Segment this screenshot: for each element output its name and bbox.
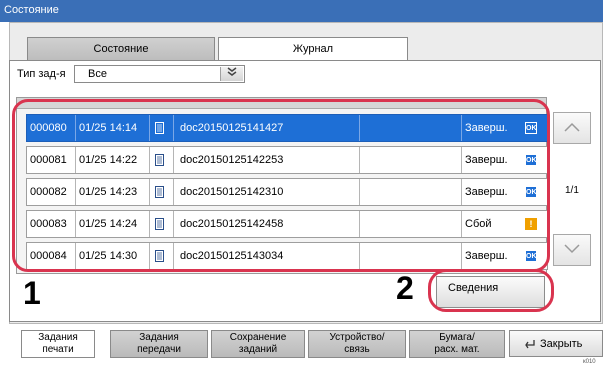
job-id: 000080 <box>30 122 67 134</box>
tab-log-label: Журнал <box>292 43 334 55</box>
job-status: Заверш. <box>465 154 508 166</box>
job-name: doc20150125142253 <box>180 154 284 166</box>
column-divider <box>359 147 360 173</box>
column-divider <box>173 115 174 141</box>
window-title: Состояние <box>4 4 59 16</box>
details-button[interactable]: Сведения <box>436 276 545 308</box>
warning-icon: ! <box>525 218 537 230</box>
job-type-value: Все <box>88 68 107 80</box>
column-divider <box>173 211 174 237</box>
column-divider <box>173 243 174 269</box>
column-divider <box>75 179 76 205</box>
close-button-label: Закрыть <box>540 338 583 350</box>
details-button-label: Сведения <box>448 282 499 294</box>
column-divider <box>173 179 174 205</box>
column-divider <box>149 179 150 205</box>
column-divider <box>75 243 76 269</box>
column-divider <box>149 243 150 269</box>
tab-log[interactable]: Журнал <box>218 37 408 61</box>
tab-send-jobs-line1: Задания <box>139 332 179 343</box>
tab-status-label: Состояние <box>93 43 149 55</box>
scroll-up-button[interactable] <box>553 112 591 144</box>
column-divider <box>359 211 360 237</box>
job-time: 01/25 14:23 <box>79 186 138 198</box>
column-divider <box>461 179 462 205</box>
job-id: 000081 <box>30 154 67 166</box>
column-divider <box>75 147 76 173</box>
chevron-up-icon <box>564 119 580 136</box>
job-row[interactable]: 000080 01/25 14:14 doc20150125141427 Заверш… <box>26 114 548 142</box>
column-divider <box>149 115 150 141</box>
job-time: 01/25 14:24 <box>79 218 138 230</box>
column-divider <box>173 147 174 173</box>
ok-icon: OK <box>525 154 537 166</box>
job-time: 01/25 14:14 <box>79 122 138 134</box>
job-row[interactable]: 000083 01/25 14:24 doc20150125142458 Сбой! <box>26 210 548 238</box>
job-time: 01/25 14:22 <box>79 154 138 166</box>
job-name: doc20150125142458 <box>180 218 284 230</box>
job-id: 000083 <box>30 218 67 230</box>
column-divider <box>461 115 462 141</box>
column-divider <box>149 147 150 173</box>
tab-store-jobs[interactable]: Сохранение заданий <box>211 330 305 358</box>
column-divider <box>461 211 462 237</box>
page-indicator: 1/1 <box>565 185 579 196</box>
job-row[interactable]: 000082 01/25 14:23 doc20150125142310 Заверш… <box>26 178 548 206</box>
tab-device-communication[interactable]: Устройство/ связь <box>308 330 406 358</box>
column-divider <box>359 115 360 141</box>
job-status: Заверш. <box>465 122 508 134</box>
job-list-header <box>17 98 546 109</box>
job-name: doc20150125142310 <box>180 186 284 198</box>
document-icon <box>155 186 164 198</box>
figure-code: к010 <box>583 359 596 365</box>
job-status: Заверш. <box>465 250 508 262</box>
chevron-down-icon <box>564 241 580 258</box>
document-icon <box>155 154 164 166</box>
scroll-down-button[interactable] <box>553 234 591 266</box>
job-type-label: Тип зад-я <box>17 68 66 80</box>
job-status: Заверш. <box>465 186 508 198</box>
column-divider <box>75 211 76 237</box>
callout-number-2: 2 <box>396 270 414 306</box>
tab-print-jobs-line1: Задания <box>38 332 78 343</box>
return-arrow-icon <box>524 338 536 352</box>
tab-print-jobs[interactable]: Задания печати <box>21 330 95 358</box>
ok-icon: OK <box>525 250 537 262</box>
job-row[interactable]: 000084 01/25 14:30 doc20150125143034 Заверш… <box>26 242 548 270</box>
tab-paper-supplies[interactable]: Бумага/ расх. мат. <box>409 330 505 358</box>
job-name: doc20150125141427 <box>180 122 284 134</box>
tab-device-communication-line1: Устройство/ <box>329 332 385 343</box>
column-divider <box>75 115 76 141</box>
tab-status[interactable]: Состояние <box>27 37 215 60</box>
job-name: doc20150125143034 <box>180 250 284 262</box>
job-type-select[interactable]: Все <box>74 65 245 83</box>
double-chevron-down-icon[interactable] <box>220 67 243 81</box>
ok-icon: OK <box>525 122 537 134</box>
tab-send-jobs[interactable]: Задания передачи <box>110 330 208 358</box>
document-icon <box>155 218 164 230</box>
document-icon <box>155 250 164 262</box>
column-divider <box>461 147 462 173</box>
job-id: 000082 <box>30 186 67 198</box>
callout-number-1: 1 <box>23 275 41 311</box>
tab-store-jobs-line1: Сохранение <box>229 332 287 343</box>
title-bar: Состояние <box>0 0 603 22</box>
tab-send-jobs-line2: передачи <box>137 344 181 355</box>
tab-device-communication-line2: связь <box>344 344 370 355</box>
tab-store-jobs-line2: заданий <box>238 344 278 355</box>
column-divider <box>149 211 150 237</box>
job-status: Сбой <box>465 218 492 230</box>
ok-icon: OK <box>525 186 537 198</box>
tab-paper-supplies-line2: расх. мат. <box>434 344 480 355</box>
tab-print-jobs-line2: печати <box>42 344 74 355</box>
job-time: 01/25 14:30 <box>79 250 138 262</box>
column-divider <box>461 243 462 269</box>
tab-paper-supplies-line1: Бумага/ <box>439 332 475 343</box>
job-id: 000084 <box>30 250 67 262</box>
column-divider <box>359 243 360 269</box>
document-icon <box>155 122 164 134</box>
close-button[interactable]: Закрыть <box>509 330 603 357</box>
column-divider <box>359 179 360 205</box>
job-row[interactable]: 000081 01/25 14:22 doc20150125142253 Заверш… <box>26 146 548 174</box>
